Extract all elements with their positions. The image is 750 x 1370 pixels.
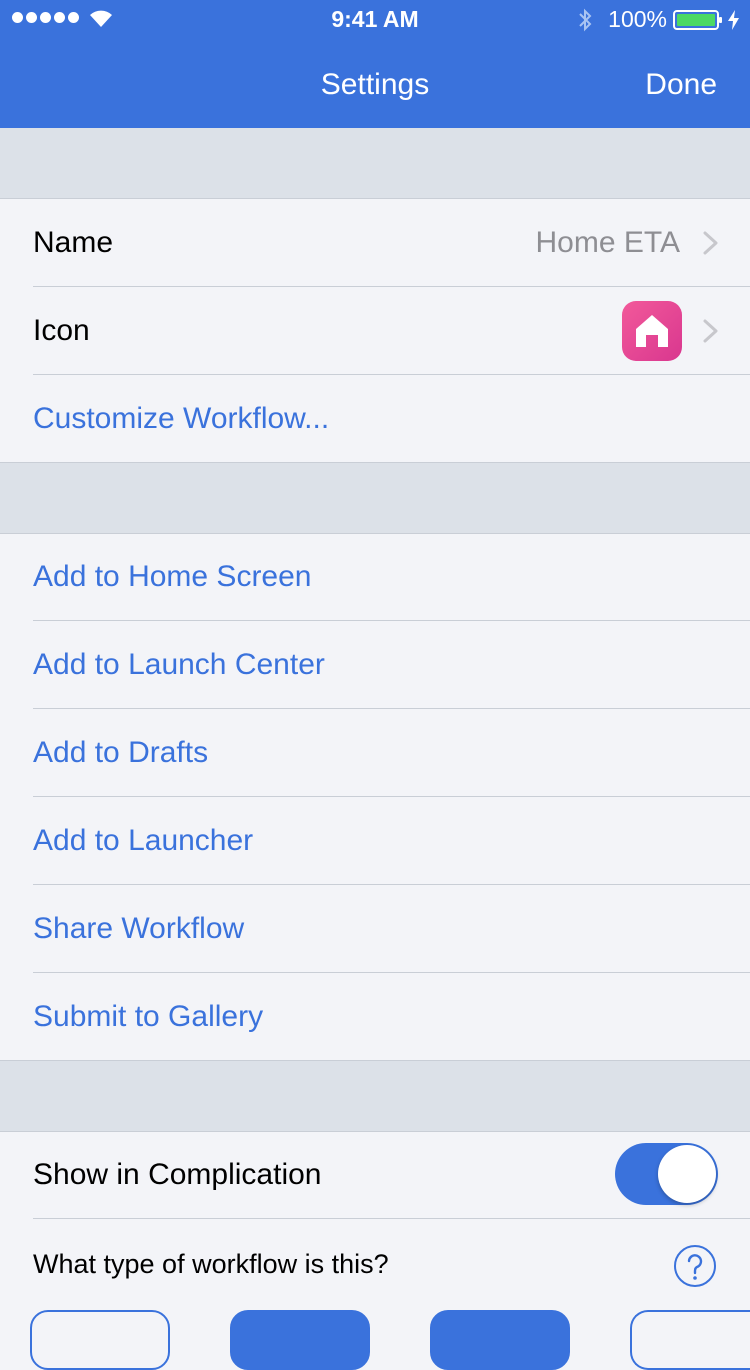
name-label: Name [33,226,114,259]
complication-toggle[interactable] [615,1143,718,1205]
charging-bolt-icon [728,10,739,30]
icon-row[interactable]: Icon [0,287,750,375]
share-workflow-button[interactable]: Share Workflow [33,885,244,973]
toggle-knob [658,1145,716,1203]
home-icon [636,315,668,347]
name-row[interactable]: Name Home ETA [0,199,750,287]
action-row[interactable]: Add to Launcher [0,797,750,885]
row-divider [33,1218,750,1219]
workflow-type-question: What type of workflow is this? [33,1249,389,1279]
page-title: Settings [320,68,430,101]
customize-workflow-button[interactable]: Customize Workflow... [33,375,329,463]
navigation-bar: 9:41 AM 100% Settings Done [0,0,750,129]
section-spacer [0,462,750,534]
section-spacer [0,128,750,199]
action-row[interactable]: Add to Home Screen [0,533,750,621]
add-to-drafts-button[interactable]: Add to Drafts [33,709,208,797]
add-to-launch-center-button[interactable]: Add to Launch Center [33,621,325,709]
bluetooth-icon [579,8,592,32]
chevron-right-icon [703,231,718,255]
action-row[interactable]: Share Workflow [0,885,750,973]
customize-workflow-row[interactable]: Customize Workflow... [0,375,750,463]
battery-icon [673,10,722,30]
battery-percentage: 100% [608,6,667,32]
workflow-icon-preview [622,301,682,361]
workflow-type-option[interactable] [30,1310,170,1370]
action-row[interactable]: Submit to Gallery [0,973,750,1061]
workflow-type-option[interactable] [630,1310,750,1370]
add-to-home-screen-button[interactable]: Add to Home Screen [33,533,311,621]
complication-row: Show in Complication [0,1131,750,1219]
name-value: Home ETA [535,226,680,259]
add-to-launcher-button[interactable]: Add to Launcher [33,797,253,885]
done-button[interactable]: Done [645,66,717,104]
action-row[interactable]: Add to Launch Center [0,621,750,709]
submit-to-gallery-button[interactable]: Submit to Gallery [33,973,263,1061]
workflow-type-option[interactable] [430,1310,570,1370]
chevron-right-icon [703,319,718,343]
complication-label: Show in Complication [33,1158,322,1191]
icon-label: Icon [33,314,90,347]
status-bar: 9:41 AM 100% [0,0,750,40]
help-icon[interactable] [673,1244,717,1288]
section-spacer [0,1060,750,1132]
action-row[interactable]: Add to Drafts [0,709,750,797]
workflow-type-option[interactable] [230,1310,370,1370]
